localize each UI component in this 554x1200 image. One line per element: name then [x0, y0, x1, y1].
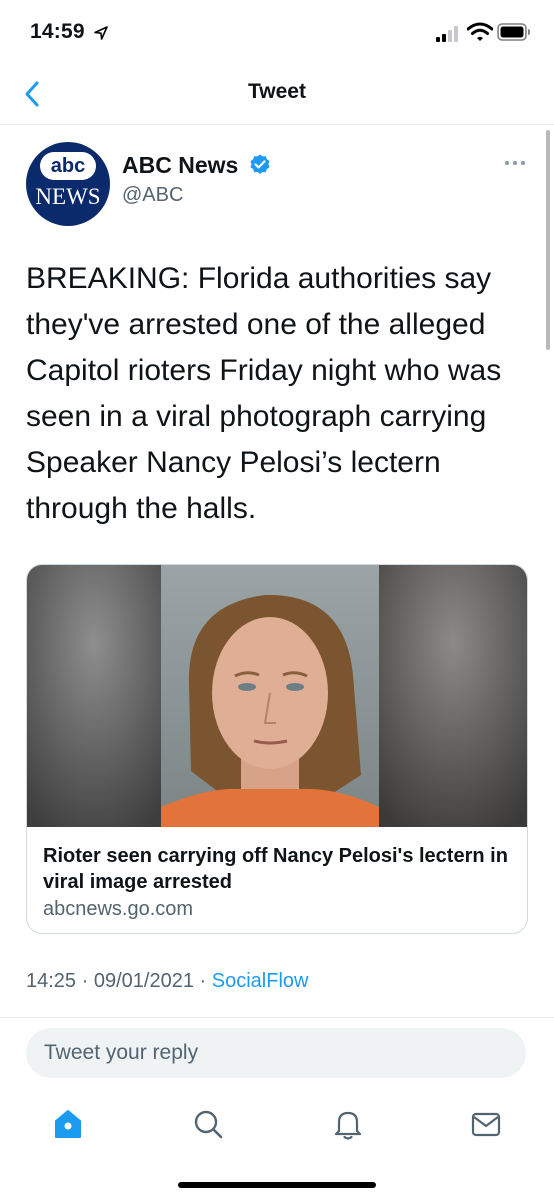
tweet-time: 14:25: [26, 970, 77, 992]
meta-separator: ·: [81, 970, 89, 992]
card-title: Rioter seen carrying off Nancy Pelosi's …: [43, 845, 508, 893]
status-bar: 14:59: [0, 0, 554, 64]
card-image: [27, 565, 527, 827]
tweet-text: BREAKING: Florida authorities say they'v…: [26, 262, 502, 525]
tweet-meta: 14:25 · 09/01/2021 · SocialFlow: [26, 970, 308, 993]
search-icon: [194, 1110, 223, 1139]
avatar-news-text: NEWS: [35, 184, 101, 209]
signal-icon: [436, 26, 458, 42]
page-title: Tweet: [248, 80, 306, 103]
divider: [0, 1017, 554, 1018]
tab-notifications[interactable]: [328, 1104, 368, 1144]
tweet-date: 09/01/2021: [93, 970, 194, 992]
display-name[interactable]: ABC News: [122, 152, 238, 179]
mail-icon: [471, 1112, 501, 1137]
handle[interactable]: @ABC: [122, 184, 183, 207]
home-icon: [55, 1110, 81, 1138]
location-arrow-icon: [94, 26, 108, 40]
home-indicator: [178, 1182, 376, 1188]
tab-home[interactable]: [48, 1104, 88, 1144]
wifi-icon: [467, 22, 493, 41]
tab-bar: [0, 1090, 554, 1160]
tab-search[interactable]: [188, 1104, 228, 1144]
verified-badge-icon: [250, 154, 270, 174]
bell-icon: [334, 1111, 362, 1140]
tab-messages[interactable]: [466, 1104, 506, 1144]
more-options-icon[interactable]: [504, 158, 526, 168]
tweet-source-link[interactable]: SocialFlow: [212, 970, 309, 992]
reply-input[interactable]: Tweet your reply: [26, 1028, 526, 1078]
meta-separator: ·: [199, 970, 207, 992]
card-domain: abcnews.go.com: [43, 898, 194, 920]
avatar-abc-text: abc: [40, 152, 96, 180]
status-time: 14:59: [30, 20, 85, 43]
avatar[interactable]: abc NEWS: [26, 142, 110, 226]
nav-bar: Tweet: [0, 64, 554, 125]
link-card[interactable]: Rioter seen carrying off Nancy Pelosi's …: [26, 564, 528, 934]
battery-icon: [497, 23, 530, 41]
reply-placeholder: Tweet your reply: [44, 1041, 199, 1064]
scroll-indicator: [546, 130, 550, 350]
